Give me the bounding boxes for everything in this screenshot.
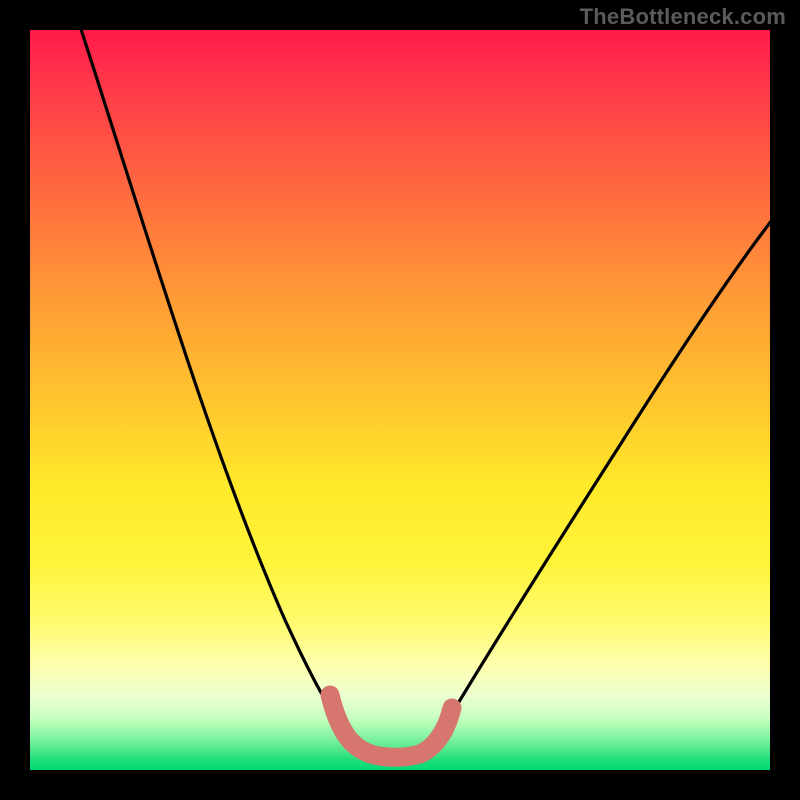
marker-dot-right: [443, 699, 461, 717]
bottleneck-curve: [78, 30, 770, 756]
plot-area: [30, 30, 770, 770]
chart-frame: TheBottleneck.com: [0, 0, 800, 800]
optimal-zone-marker: [330, 695, 452, 757]
watermark-text: TheBottleneck.com: [580, 4, 786, 30]
marker-dot-left: [321, 686, 339, 704]
curve-layer: [30, 30, 770, 770]
